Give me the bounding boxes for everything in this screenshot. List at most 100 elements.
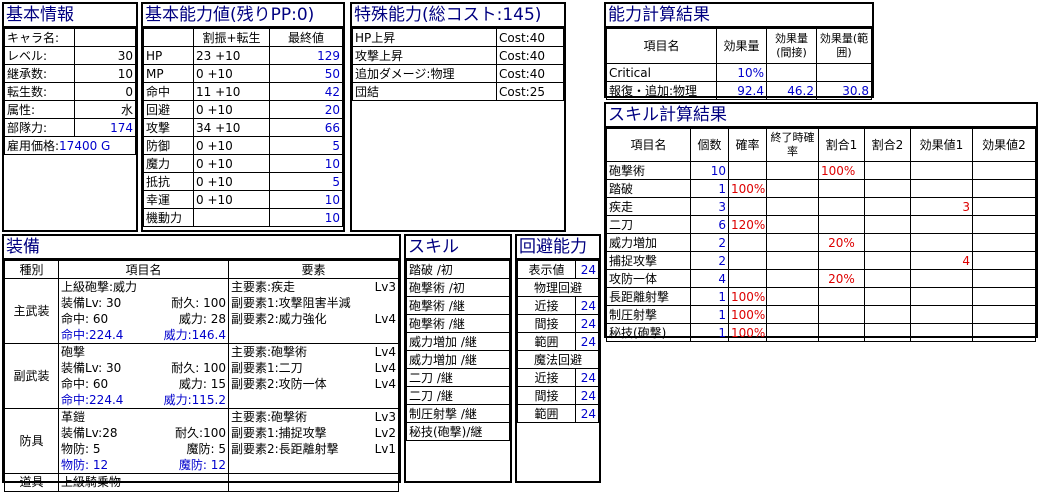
- table-cell: 上級砲撃:威力: [61, 280, 138, 294]
- table-row: 属性: 水: [4, 100, 136, 119]
- table-cell: 制圧射撃: [606, 305, 691, 324]
- table-cell: 30: [74, 46, 136, 65]
- table-cell: 命中:: [61, 377, 90, 391]
- table-cell: [972, 197, 1036, 216]
- table-row: 転生数: 0: [4, 82, 136, 101]
- table-cell: [864, 215, 911, 234]
- table-cell: 砲撃: [61, 345, 86, 359]
- table-cell: 範囲: [517, 404, 576, 423]
- table-row: 命中 11 +10 42: [143, 82, 343, 101]
- table-cell: 0 +10: [193, 64, 270, 83]
- list-item: 威力増加 /継: [406, 332, 510, 351]
- table-cell: [766, 161, 819, 180]
- table-cell: 11 +10: [193, 82, 270, 101]
- table-cell: 24: [575, 368, 599, 387]
- table-cell: [910, 233, 973, 252]
- table-row: 表示値 24: [517, 260, 599, 279]
- table-cell: 魔法回避: [517, 350, 599, 369]
- table-row: 継承数: 10: [4, 64, 136, 83]
- table-cell: [728, 269, 767, 288]
- table-cell: 0: [74, 82, 136, 101]
- table-cell: 近接: [517, 296, 576, 315]
- equip-armor-row: 防具 革鎧 装備Lv:28 耐久:100 物防: 5 魔防: 5 物防: 12 魔防:…: [4, 408, 399, 474]
- table-cell: 100%: [728, 323, 767, 342]
- abilities-table: 割振+転生 最終値 HP 23 +10 129 MP 0 +10 50 命中 11 +10 4…: [143, 28, 343, 227]
- table-cell: [193, 208, 270, 227]
- table-cell: 命中:: [61, 312, 90, 326]
- table-cell: 威力:: [178, 312, 207, 326]
- table-cell: [818, 251, 865, 270]
- list-item: 制圧射撃 /継: [406, 404, 510, 423]
- table-row: HP上昇 Cost:40: [352, 28, 564, 47]
- equip-sub-weapon-row: 副武装 砲撃 装備Lv: 30 耐久: 100 命中: 60 威力: 15 命中:2…: [4, 343, 399, 409]
- table-cell: 道具: [4, 473, 59, 492]
- table-cell: Lv3: [374, 410, 396, 424]
- table-cell: [864, 287, 911, 306]
- table-row: 攻防一体 4 20%: [606, 269, 1036, 288]
- table-cell: 60: [92, 312, 109, 326]
- table-cell: 威力:: [178, 377, 207, 391]
- table-cell: [74, 28, 136, 47]
- table-cell: [972, 161, 1036, 180]
- table-cell: 効果値1: [910, 128, 973, 162]
- table-cell: 100: [203, 426, 226, 440]
- table-cell: 終了時確率: [766, 128, 819, 162]
- table-cell: 割合1: [818, 128, 865, 162]
- table-cell: [728, 161, 767, 180]
- list-item: 砲撃術 /継: [406, 314, 510, 333]
- table-cell: [910, 269, 973, 288]
- table-cell: 24: [575, 404, 599, 423]
- table-row: レベル: 30: [4, 46, 136, 65]
- table-cell: 24: [575, 314, 599, 333]
- table-cell: 6: [690, 215, 729, 234]
- table-cell: Lv4: [374, 312, 396, 326]
- table-row: 追加ダメージ:物理 Cost:40: [352, 64, 564, 83]
- table-row: 魔力 0 +10 10: [143, 154, 343, 173]
- table-cell: 24: [575, 386, 599, 405]
- table-cell: [910, 287, 973, 306]
- table-cell: 雇用価格:: [7, 138, 60, 153]
- skill-calc-title: スキル計算結果: [606, 104, 1036, 128]
- table-cell: 種別: [4, 260, 59, 279]
- list-item: 秘技(砲撃)/継: [406, 422, 510, 441]
- table-cell: 間接: [517, 386, 576, 405]
- table-cell: 命中:224.4: [61, 393, 124, 407]
- table-cell: 命中: [143, 82, 194, 101]
- table-cell: 秘技(砲撃): [606, 323, 691, 342]
- table-cell: Cost:40: [496, 64, 564, 83]
- special-panel: 特殊能力(総コスト:145) HP上昇 Cost:40 攻撃上昇 Cost:40 追…: [350, 2, 566, 232]
- table-cell: 4: [910, 251, 973, 270]
- table-cell: [864, 251, 911, 270]
- table-cell: 副要素2:攻防一体: [231, 377, 327, 391]
- table-row: 機動力 10: [143, 208, 343, 227]
- list-item: 踏破 /初: [406, 260, 510, 279]
- table-cell: [910, 215, 973, 234]
- table-cell: [972, 215, 1036, 234]
- table-cell: 副要素2:長距離射撃: [231, 442, 339, 456]
- table-cell: 主武装: [4, 278, 59, 344]
- evasion-table: 表示値 24 物理回避 近接 24 間接 24 範囲 24 魔法回避 近接 24 間接 24…: [517, 260, 599, 423]
- evasion-panel: 回避能力 表示値 24 物理回避 近接 24 間接 24 範囲 24 魔法回避 近接 24…: [515, 234, 601, 483]
- table-cell: 攻撃: [143, 118, 194, 137]
- table-row: 攻撃 34 +10 66: [143, 118, 343, 137]
- table-cell: 要素: [228, 260, 399, 279]
- table-row: 捕捉攻撃 2 4: [606, 251, 1036, 270]
- table-cell: Lv1: [374, 442, 396, 456]
- table-cell: 92.4: [716, 81, 767, 100]
- table-cell: 回避: [143, 100, 194, 119]
- table-cell: [728, 233, 767, 252]
- table-cell: 20: [269, 100, 343, 119]
- table-row: 間接 24: [517, 386, 599, 405]
- table-cell: [728, 197, 767, 216]
- table-cell: HP: [143, 46, 194, 65]
- table-cell: 二刀: [606, 215, 691, 234]
- equip-main-weapon-row: 主武装 上級砲撃:威力 装備Lv: 30 耐久: 100 命中: 60 威力: 28…: [4, 278, 399, 344]
- table-cell: 二刀 /継: [406, 368, 510, 387]
- table-row: 幸運 0 +10 10: [143, 190, 343, 209]
- table-cell: 主要素:疾走: [231, 280, 296, 294]
- table-cell: 174: [74, 118, 136, 137]
- table-cell: 0 +10: [193, 172, 270, 191]
- table-cell: [766, 233, 819, 252]
- table-cell: 団結: [352, 82, 497, 101]
- table-cell: 5: [269, 136, 343, 155]
